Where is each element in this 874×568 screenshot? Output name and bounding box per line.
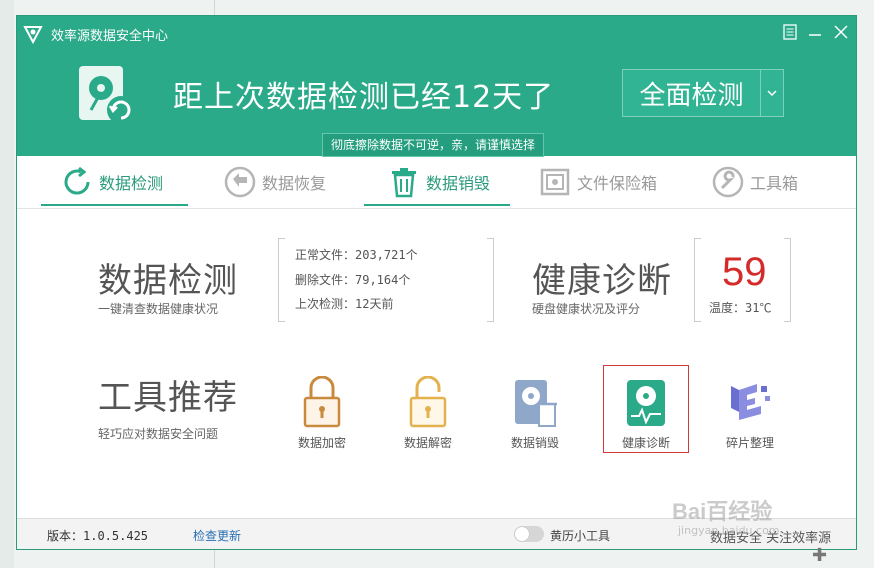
calendar-tool-toggle[interactable] bbox=[514, 526, 544, 542]
score-bracket-right bbox=[784, 238, 791, 322]
app-title: 效率源数据安全中心 bbox=[51, 29, 169, 44]
safe-icon bbox=[540, 168, 570, 196]
tab-label: 工具箱 bbox=[750, 174, 799, 193]
tool-destroy[interactable]: 数据销毁 bbox=[492, 366, 578, 454]
tab-toolbox[interactable]: 工具箱 bbox=[712, 156, 798, 208]
version-label: 版本：1.0.5.425 bbox=[47, 529, 149, 543]
tab-data-detect[interactable]: 数据检测 bbox=[61, 156, 163, 208]
detect-subtitle: 一键清查数据健康状况 bbox=[98, 302, 219, 316]
tab-active-indicator bbox=[41, 204, 188, 206]
full-scan-label[interactable]: 全面检测 bbox=[623, 70, 760, 116]
app-logo-icon bbox=[23, 26, 43, 44]
watermark-logo: Bai百经验 bbox=[672, 499, 773, 524]
score-bracket-left bbox=[694, 238, 701, 322]
tool-defrag[interactable]: 碎片整理 bbox=[707, 366, 793, 454]
tool-health-check[interactable]: 健康诊断 bbox=[603, 365, 689, 453]
normal-files-count: 正常文件：203,721个 bbox=[295, 248, 418, 262]
tool-encrypt[interactable]: 数据加密 bbox=[279, 366, 365, 454]
health-title[interactable]: 健康诊断 bbox=[532, 253, 672, 302]
health-score: 59 bbox=[722, 250, 767, 294]
tab-label: 数据检测 bbox=[99, 174, 164, 193]
app-window: 效率源数据安全中心 距上次数据检测已经12天了 全面检测 彻底擦除数据不可逆，亲… bbox=[16, 15, 857, 550]
close-icon[interactable] bbox=[830, 21, 852, 43]
deleted-files-count: 删除文件：79,164个 bbox=[295, 273, 411, 287]
stats-bracket-right bbox=[487, 238, 494, 322]
tab-label: 数据销毁 bbox=[426, 174, 491, 193]
tool-label: 数据解密 bbox=[403, 436, 452, 450]
header-banner: 效率源数据安全中心 距上次数据检测已经12天了 全面检测 彻底擦除数据不可逆，亲… bbox=[17, 16, 856, 157]
health-subtitle: 硬盘健康状况及评分 bbox=[532, 302, 641, 316]
tab-active-indicator bbox=[364, 204, 510, 206]
watermark-url: jingyan.baidu.com bbox=[678, 524, 780, 537]
disk-trash-icon bbox=[515, 380, 557, 427]
tool-decrypt[interactable]: 数据解密 bbox=[385, 366, 471, 454]
back-arrow-icon bbox=[224, 166, 256, 198]
tab-label: 文件保险箱 bbox=[577, 174, 658, 193]
detect-title[interactable]: 数据检测 bbox=[98, 253, 238, 302]
last-scan-message: 距上次数据检测已经12天了 bbox=[173, 80, 555, 115]
defrag-icon bbox=[731, 384, 770, 420]
stats-bracket-left bbox=[278, 238, 285, 322]
tab-data-recovery[interactable]: 数据恢复 bbox=[224, 156, 326, 208]
wrench-icon bbox=[712, 166, 744, 198]
tools-title: 工具推荐 bbox=[98, 378, 238, 418]
hard-disk-refresh-icon bbox=[79, 66, 135, 124]
full-scan-button[interactable]: 全面检测 bbox=[622, 69, 784, 117]
minimize-icon[interactable] bbox=[804, 21, 826, 43]
check-update-link[interactable]: 检查更新 bbox=[193, 527, 241, 544]
tool-label: 健康诊断 bbox=[621, 436, 670, 450]
calendar-tool-label: 黄历小工具 bbox=[550, 529, 611, 543]
chevron-down-icon[interactable] bbox=[760, 70, 783, 116]
menu-icon[interactable] bbox=[779, 21, 801, 43]
unlock-icon bbox=[409, 376, 447, 428]
lock-icon bbox=[303, 376, 341, 428]
disk-temperature: 温度：31℃ bbox=[709, 301, 772, 315]
background-strip bbox=[0, 0, 14, 568]
tool-label: 碎片整理 bbox=[725, 436, 774, 450]
tool-label: 数据加密 bbox=[297, 436, 346, 450]
background-divider bbox=[214, 550, 215, 568]
tab-label: 数据恢复 bbox=[262, 174, 327, 193]
warning-tooltip: 彻底擦除数据不可逆，亲，请谨慎选择 bbox=[322, 133, 545, 157]
tool-label: 数据销毁 bbox=[510, 436, 559, 450]
trash-icon bbox=[392, 168, 416, 198]
main-tabs: 数据检测 数据恢复 数据销毁 文件保险箱 工具箱 bbox=[17, 156, 856, 209]
plus-icon: ✚ bbox=[812, 545, 828, 566]
refresh-icon bbox=[64, 166, 90, 195]
tab-data-destroy[interactable]: 数据销毁 bbox=[388, 156, 490, 208]
disk-health-icon bbox=[627, 380, 665, 426]
tools-subtitle: 轻巧应对数据安全问题 bbox=[98, 427, 219, 441]
last-check-time: 上次检测：12天前 bbox=[295, 297, 394, 311]
tab-file-safe[interactable]: 文件保险箱 bbox=[539, 156, 657, 208]
